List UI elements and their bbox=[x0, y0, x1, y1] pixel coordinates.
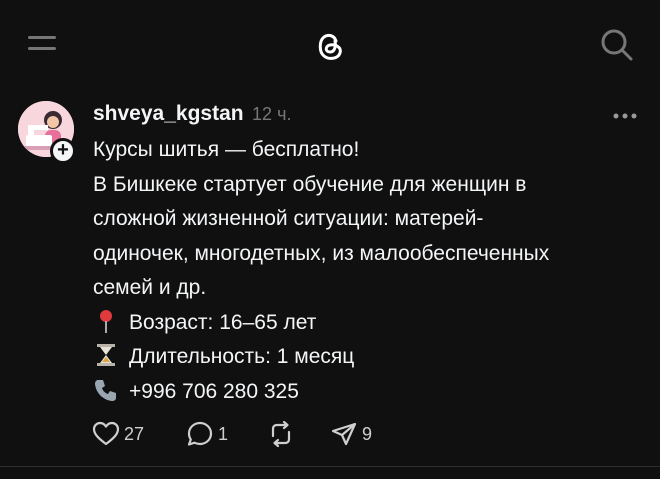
menu-icon[interactable] bbox=[26, 32, 58, 56]
detail-text: Длительность: 1 месяц bbox=[129, 345, 355, 368]
hourglass-icon bbox=[97, 344, 115, 366]
search-icon[interactable] bbox=[598, 26, 636, 64]
post-line: одиночек, многодетных, из малообеспеченн… bbox=[93, 241, 550, 265]
username[interactable]: shveya_kgstan bbox=[93, 102, 244, 125]
detail-age: Возраст: 16–65 лет bbox=[93, 306, 653, 341]
comment-button[interactable]: 1 bbox=[186, 417, 228, 451]
post-line: сложной жизненной ситуации: матерей- bbox=[93, 207, 484, 230]
detail-duration: Длительность: 1 месяц bbox=[93, 340, 653, 375]
comment-icon bbox=[187, 421, 213, 446]
post-text: Курсы шитья — бесплатно! В Бишкеке старт… bbox=[93, 133, 653, 409]
threads-logo-icon[interactable] bbox=[311, 26, 349, 66]
like-button[interactable]: 27 bbox=[92, 417, 144, 451]
heart-icon bbox=[92, 421, 120, 446]
post-header: shveya_kgstan 12 ч. bbox=[93, 102, 291, 128]
post: + shveya_kgstan 12 ч. Курсы шитья — бесп… bbox=[0, 90, 660, 470]
post-line: семей и др. bbox=[93, 276, 207, 299]
send-icon bbox=[331, 422, 357, 446]
comment-count: 1 bbox=[218, 423, 229, 444]
like-count: 27 bbox=[124, 423, 145, 444]
pin-icon bbox=[100, 309, 112, 333]
repost-button[interactable] bbox=[266, 417, 296, 451]
post-line: В Бишкеке стартует обучение для женщин в bbox=[93, 172, 527, 196]
post-actions: 27 1 9 bbox=[0, 417, 660, 451]
share-button[interactable]: 9 bbox=[330, 417, 372, 451]
phone-icon bbox=[95, 379, 116, 401]
share-count: 9 bbox=[362, 423, 373, 444]
divider bbox=[0, 466, 660, 467]
more-options-icon[interactable] bbox=[612, 112, 638, 120]
top-bar bbox=[0, 0, 660, 90]
repost-icon bbox=[271, 420, 291, 448]
follow-plus-icon[interactable]: + bbox=[50, 138, 76, 164]
detail-phone: +996 706 280 325 bbox=[93, 375, 653, 410]
post-time: 12 ч. bbox=[252, 104, 292, 124]
detail-text: +996 706 280 325 bbox=[129, 379, 299, 403]
post-line: Курсы шитья — бесплатно! bbox=[93, 138, 360, 161]
detail-text: Возраст: 16–65 лет bbox=[129, 310, 317, 334]
